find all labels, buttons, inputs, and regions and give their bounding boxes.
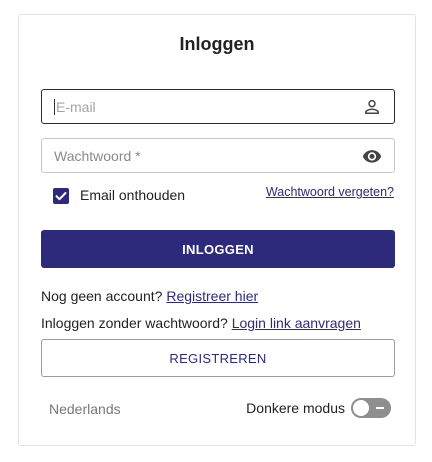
login-card: Inloggen E-mail Wachtwoord * Email ontho… xyxy=(18,14,416,446)
passwordless-line: Inloggen zonder wachtwoord? Login link a… xyxy=(41,315,361,331)
toggle-knob xyxy=(353,400,369,416)
dark-mode-toggle[interactable] xyxy=(351,398,391,418)
login-link-request[interactable]: Login link aanvragen xyxy=(232,315,361,331)
eye-icon[interactable] xyxy=(362,146,382,166)
text-caret xyxy=(54,99,55,115)
remember-checkbox[interactable] xyxy=(53,188,69,204)
login-button[interactable]: INLOGGEN xyxy=(41,230,395,268)
password-field[interactable]: Wachtwoord * xyxy=(41,138,395,173)
person-icon xyxy=(362,97,382,117)
no-account-text: Nog geen account? xyxy=(41,288,163,304)
no-account-line: Nog geen account? Registreer hier xyxy=(41,288,258,304)
email-placeholder: E-mail xyxy=(56,99,96,115)
dark-mode-label: Donkere modus xyxy=(246,400,345,416)
checkmark-icon xyxy=(55,192,67,201)
page-title: Inloggen xyxy=(179,34,255,54)
email-field[interactable]: E-mail xyxy=(41,89,395,124)
remember-label: Email onthouden xyxy=(80,187,186,203)
register-link[interactable]: Registreer hier xyxy=(166,288,258,304)
toggle-off-icon xyxy=(376,407,384,409)
passwordless-text: Inloggen zonder wachtwoord? xyxy=(41,315,228,331)
language-selector[interactable]: Nederlands xyxy=(49,401,121,417)
password-placeholder: Wachtwoord * xyxy=(54,148,141,164)
register-button[interactable]: REGISTREREN xyxy=(41,339,395,377)
forgot-password-link[interactable]: Wachtwoord vergeten? xyxy=(266,185,394,199)
